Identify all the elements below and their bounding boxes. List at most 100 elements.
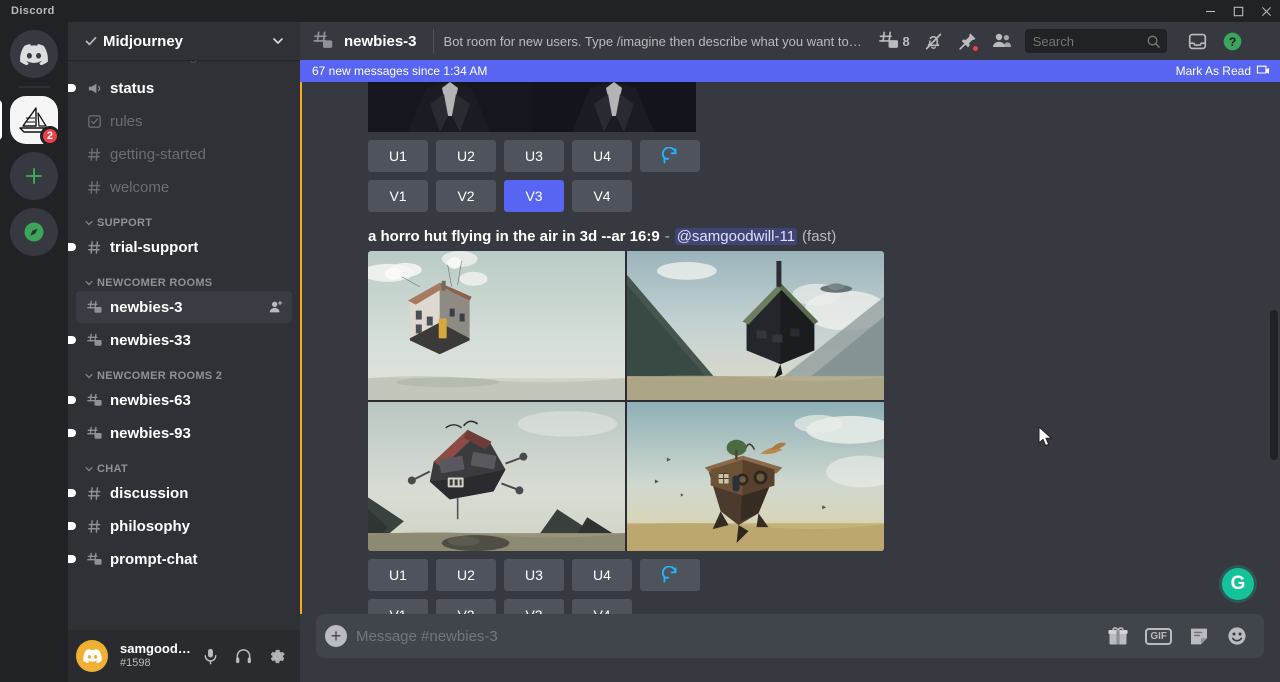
sidebar-item-welcome[interactable]: welcome [76, 171, 292, 203]
gift-icon[interactable] [1107, 625, 1129, 647]
sidebar-item-discussion[interactable]: discussion [76, 477, 292, 509]
upscale-button-u4[interactable]: U4 [572, 140, 632, 172]
previous-image-preview[interactable] [368, 82, 696, 132]
server-midjourney[interactable]: 2 [10, 96, 58, 144]
sidebar-item-newbies-33[interactable]: newbies-33 [76, 324, 292, 356]
sidebar-item-newbies-93[interactable]: newbies-93 [76, 417, 292, 449]
maximize-button[interactable] [1224, 0, 1252, 22]
channel-topic[interactable]: Bot room for new users. Type /imagine th… [444, 34, 864, 49]
discord-logo-icon [10, 30, 58, 78]
search-input[interactable]: Search [1025, 29, 1167, 53]
image-cell-1[interactable] [368, 251, 625, 400]
sticker-icon[interactable] [1188, 625, 1210, 647]
headphones-icon[interactable] [229, 640, 258, 672]
scrollbar-thumb[interactable] [1270, 310, 1278, 460]
guild-header[interactable]: Midjourney [68, 22, 300, 60]
reroll-button[interactable] [640, 140, 700, 172]
add-member-icon[interactable] [268, 299, 284, 315]
user-mention[interactable]: @samgoodwill-11 [675, 228, 797, 245]
sidebar-item-label: rules [110, 113, 143, 130]
sidebar-item-getting-started[interactable]: getting-started [76, 138, 292, 170]
message-scroll[interactable]: U1 U2 U3 U4 V1 V2 [300, 60, 1280, 614]
window-controls [1196, 0, 1280, 22]
variation-button-v3[interactable]: V3 [504, 180, 564, 212]
variation-button-v3[interactable]: V3 [504, 599, 564, 614]
sidebar-item-newbies-63[interactable]: newbies-63 [76, 384, 292, 416]
members-icon[interactable] [991, 30, 1013, 52]
sidebar-item-label: status [110, 80, 154, 97]
gif-icon[interactable]: GIF [1145, 628, 1172, 645]
variation-button-row-current: V1 V2 V3 V4 [368, 599, 1264, 614]
variation-button-v2[interactable]: V2 [436, 180, 496, 212]
announcement-icon [84, 78, 104, 98]
composer-box[interactable]: + Message #newbies-3 GIF [316, 614, 1264, 658]
sidebar-item-rules[interactable]: rules [76, 105, 292, 137]
variation-button-v4[interactable]: V4 [572, 180, 632, 212]
message-previous: U1 U2 U3 U4 V1 V2 [300, 60, 1280, 212]
sidebar-item-status[interactable]: status [76, 72, 292, 104]
sidebar-item-philosophy[interactable]: philosophy [76, 510, 292, 542]
sidebar-item-newbies-3[interactable]: newbies-3 [76, 291, 292, 323]
server-home[interactable] [10, 30, 58, 78]
minimize-button[interactable] [1196, 0, 1224, 22]
sidebar-item-prompt-chat[interactable]: prompt-chat [76, 543, 292, 575]
sidebar-item-trial-support[interactable]: trial-support [76, 231, 292, 263]
mark-as-read-button[interactable]: Mark As Read [1176, 64, 1270, 79]
threads-icon[interactable]: 8 [878, 30, 910, 52]
sidebar-item-recent-changes[interactable]: recent-changes [76, 60, 292, 71]
upscale-button-u2[interactable]: U2 [436, 140, 496, 172]
channel-sidebar: Midjourney recent-changes [68, 22, 300, 682]
explore-servers-button[interactable] [10, 208, 58, 256]
announcement-icon [84, 60, 104, 65]
upscale-button-u3[interactable]: U3 [504, 140, 564, 172]
user-tag: #1598 [120, 657, 192, 671]
emoji-icon[interactable] [1226, 625, 1248, 647]
upscale-button-u2[interactable]: U2 [436, 559, 496, 591]
chevron-down-icon[interactable] [271, 34, 285, 48]
reroll-button[interactable] [640, 559, 700, 591]
message-scrollbar[interactable] [1270, 100, 1278, 530]
bell-off-icon[interactable] [923, 31, 944, 52]
variation-button-v1[interactable]: V1 [368, 180, 428, 212]
grammarly-button[interactable]: G [1222, 568, 1254, 600]
sidebar-item-label: getting-started [110, 146, 206, 163]
unread-indicator [68, 336, 76, 344]
message-current: a horro hut flying in the air in 3d --ar… [300, 228, 1280, 614]
prompt-text: a horro hut flying in the air in 3d --ar… [368, 228, 660, 245]
variation-button-v2[interactable]: V2 [436, 599, 496, 614]
message-input[interactable]: Message #newbies-3 [356, 628, 1107, 645]
microphone-icon[interactable] [196, 640, 225, 672]
upscale-button-u4[interactable]: U4 [572, 559, 632, 591]
app-body: 2 [0, 22, 1280, 682]
upscale-button-u3[interactable]: U3 [504, 559, 564, 591]
channel-list[interactable]: recent-changes status rules [68, 60, 300, 630]
chevron-down-icon [84, 464, 94, 474]
chevron-down-icon [84, 218, 94, 228]
image-cell-2[interactable] [627, 251, 884, 400]
attach-file-button[interactable]: + [316, 614, 356, 658]
gear-icon[interactable] [263, 640, 292, 672]
image-grid[interactable] [368, 251, 884, 551]
image-cell-4[interactable] [627, 402, 884, 551]
avatar[interactable] [76, 640, 108, 672]
category-chat[interactable]: CHAT [68, 450, 300, 476]
new-messages-banner[interactable]: 67 new messages since 1:34 AM Mark As Re… [300, 60, 1280, 82]
user-info[interactable]: samgoodw... #1598 [120, 642, 192, 671]
close-button[interactable] [1252, 0, 1280, 22]
category-newcomer-rooms-2[interactable]: NEWCOMER ROOMS 2 [68, 357, 300, 383]
title-bar: Discord [0, 0, 1280, 22]
sidebar-item-label: prompt-chat [110, 551, 198, 568]
sidebar-item-label: discussion [110, 485, 188, 502]
check-icon [84, 34, 98, 48]
category-newcomer-rooms[interactable]: NEWCOMER ROOMS [68, 264, 300, 290]
variation-button-v4[interactable]: V4 [572, 599, 632, 614]
pin-icon[interactable] [957, 31, 978, 52]
upscale-button-u1[interactable]: U1 [368, 140, 428, 172]
add-server-button[interactable] [10, 152, 58, 200]
upscale-button-u1[interactable]: U1 [368, 559, 428, 591]
inbox-icon[interactable] [1187, 31, 1208, 52]
category-support[interactable]: SUPPORT [68, 204, 300, 230]
variation-button-v1[interactable]: V1 [368, 599, 428, 614]
image-cell-3[interactable] [368, 402, 625, 551]
help-icon[interactable]: ? [1222, 31, 1243, 52]
